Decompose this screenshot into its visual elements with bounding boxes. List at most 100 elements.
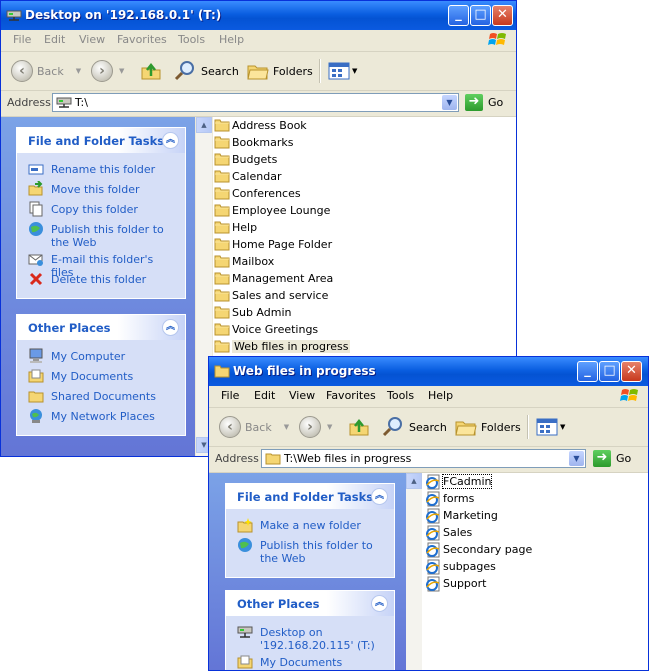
folder-item[interactable]: Mailbox	[214, 253, 274, 270]
folder-name: Employee Lounge	[232, 204, 331, 217]
web-document-icon	[426, 525, 440, 540]
menu-tools[interactable]: Tools	[178, 33, 205, 46]
menu-file[interactable]: File	[221, 389, 239, 402]
collapse-chevron-icon[interactable]: ︽	[371, 595, 388, 612]
file-folder-tasks-header[interactable]: File and Folder Tasks ︽	[226, 484, 394, 509]
back-button[interactable]: ‹ Back ▼	[219, 413, 289, 441]
back-button[interactable]: ‹ Back ▼	[11, 57, 81, 85]
menu-help[interactable]: Help	[428, 389, 453, 402]
views-button[interactable]: ▼	[328, 57, 357, 85]
address-field[interactable]: T:\ ▼	[52, 93, 459, 112]
my-documents-link[interactable]: My Documents	[237, 654, 388, 670]
folders-button[interactable]: Folders	[247, 57, 313, 85]
menu-view[interactable]: View	[79, 33, 105, 46]
menu-favorites[interactable]: Favorites	[117, 33, 167, 46]
other-places-header[interactable]: Other Places ︽	[17, 315, 185, 340]
folder-name: Home Page Folder	[232, 238, 333, 251]
address-bar: Address T:\Web files in progress ▼ ➜ Go	[209, 447, 648, 473]
maximize-button[interactable]: □	[470, 5, 491, 26]
menu-favorites[interactable]: Favorites	[326, 389, 376, 402]
forward-button[interactable]: › ▼	[299, 413, 332, 441]
address-bar: Address T:\ ▼ ➜ Go	[1, 91, 516, 117]
task-pane-scrollbar[interactable]: ▲	[406, 473, 422, 670]
menu-tools[interactable]: Tools	[387, 389, 414, 402]
folder-icon	[214, 170, 230, 183]
maximize-button[interactable]: □	[599, 361, 620, 382]
folder-name: Sales and service	[232, 289, 329, 302]
address-field[interactable]: T:\Web files in progress ▼	[261, 449, 586, 468]
up-folder-button[interactable]	[140, 57, 162, 85]
file-item[interactable]: FCadmin	[425, 473, 493, 490]
folder-item[interactable]: Help	[214, 219, 257, 236]
menu-edit[interactable]: Edit	[44, 33, 65, 46]
file-folder-tasks-box: File and Folder Tasks ︽ Make a new folder…	[225, 483, 395, 578]
forward-button[interactable]: › ▼	[91, 57, 124, 85]
folder-item[interactable]: Calendar	[214, 168, 281, 185]
rename-icon	[28, 164, 44, 175]
rename-folder-task[interactable]: Rename this folder	[28, 161, 179, 177]
file-name: FCadmin	[441, 474, 493, 489]
file-item[interactable]: subpages	[425, 558, 496, 575]
web-document-icon	[426, 491, 440, 506]
email-icon	[28, 254, 43, 266]
close-button[interactable]: ✕	[492, 5, 513, 26]
folder-item[interactable]: Management Area	[214, 270, 333, 287]
publish-folder-task[interactable]: Publish this folder to the Web	[28, 221, 179, 249]
folder-item[interactable]: Employee Lounge	[214, 202, 330, 219]
file-folder-tasks-header[interactable]: File and Folder Tasks ︽	[17, 128, 185, 153]
title-bar[interactable]: Desktop on '192.168.0.1' (T:) _ □ ✕	[1, 1, 516, 30]
title-bar[interactable]: Web files in progress _ □ ✕	[209, 357, 648, 386]
close-button[interactable]: ✕	[621, 361, 642, 382]
scroll-up-icon[interactable]: ▲	[196, 117, 212, 133]
scroll-up-icon[interactable]: ▲	[406, 473, 422, 489]
search-button[interactable]: Search	[381, 413, 447, 441]
move-folder-task[interactable]: Move this folder	[28, 181, 179, 197]
file-item[interactable]: Secondary page	[425, 541, 532, 558]
menu-view[interactable]: View	[289, 389, 315, 402]
up-folder-button[interactable]	[348, 413, 370, 441]
my-network-places-link[interactable]: My Network Places	[28, 408, 179, 424]
folder-item[interactable]: Sub Admin	[214, 304, 292, 321]
file-item[interactable]: Marketing	[425, 507, 498, 524]
file-item[interactable]: Support	[425, 575, 486, 592]
collapse-chevron-icon[interactable]: ︽	[371, 488, 388, 505]
address-dropdown-icon[interactable]: ▼	[569, 451, 584, 466]
folders-button[interactable]: Folders	[455, 413, 521, 441]
folder-item[interactable]: Voice Greetings	[214, 321, 318, 338]
go-button[interactable]: ➜ Go	[593, 450, 631, 467]
network-drive-link[interactable]: Desktop on '192.168.20.115' (T:)	[237, 624, 388, 652]
file-item[interactable]: Sales	[425, 524, 472, 541]
file-name: Support	[443, 577, 487, 590]
folder-item[interactable]: Sales and service	[214, 287, 328, 304]
folder-item[interactable]: Bookmarks	[214, 134, 293, 151]
my-computer-link[interactable]: My Computer	[28, 348, 179, 364]
other-places-header[interactable]: Other Places ︽	[226, 591, 394, 616]
go-button[interactable]: ➜ Go	[465, 94, 503, 111]
search-button[interactable]: Search	[173, 57, 239, 85]
copy-icon	[29, 201, 43, 217]
new-folder-icon	[237, 518, 253, 533]
menu-edit[interactable]: Edit	[254, 389, 275, 402]
shared-documents-link[interactable]: Shared Documents	[28, 388, 179, 404]
folder-item[interactable]: Web files in progress	[214, 338, 351, 355]
menu-help[interactable]: Help	[219, 33, 244, 46]
minimize-button[interactable]: _	[577, 361, 598, 382]
copy-folder-task[interactable]: Copy this folder	[28, 201, 179, 217]
folder-item[interactable]: Address Book	[214, 117, 307, 134]
collapse-chevron-icon[interactable]: ︽	[162, 132, 179, 149]
up-folder-icon	[349, 418, 369, 436]
menu-file[interactable]: File	[13, 33, 31, 46]
minimize-button[interactable]: _	[448, 5, 469, 26]
folder-item[interactable]: Conferences	[214, 185, 301, 202]
address-dropdown-icon[interactable]: ▼	[442, 95, 457, 110]
file-item[interactable]: forms	[425, 490, 474, 507]
publish-folder-task[interactable]: Publish this folder to the Web	[237, 537, 388, 565]
delete-folder-task[interactable]: Delete this folder	[28, 271, 179, 287]
views-button[interactable]: ▼	[536, 413, 565, 441]
move-icon	[28, 181, 43, 196]
collapse-chevron-icon[interactable]: ︽	[162, 319, 179, 336]
folder-item[interactable]: Budgets	[214, 151, 277, 168]
folder-item[interactable]: Home Page Folder	[214, 236, 332, 253]
my-documents-link[interactable]: My Documents	[28, 368, 179, 384]
make-new-folder-task[interactable]: Make a new folder	[237, 517, 388, 533]
